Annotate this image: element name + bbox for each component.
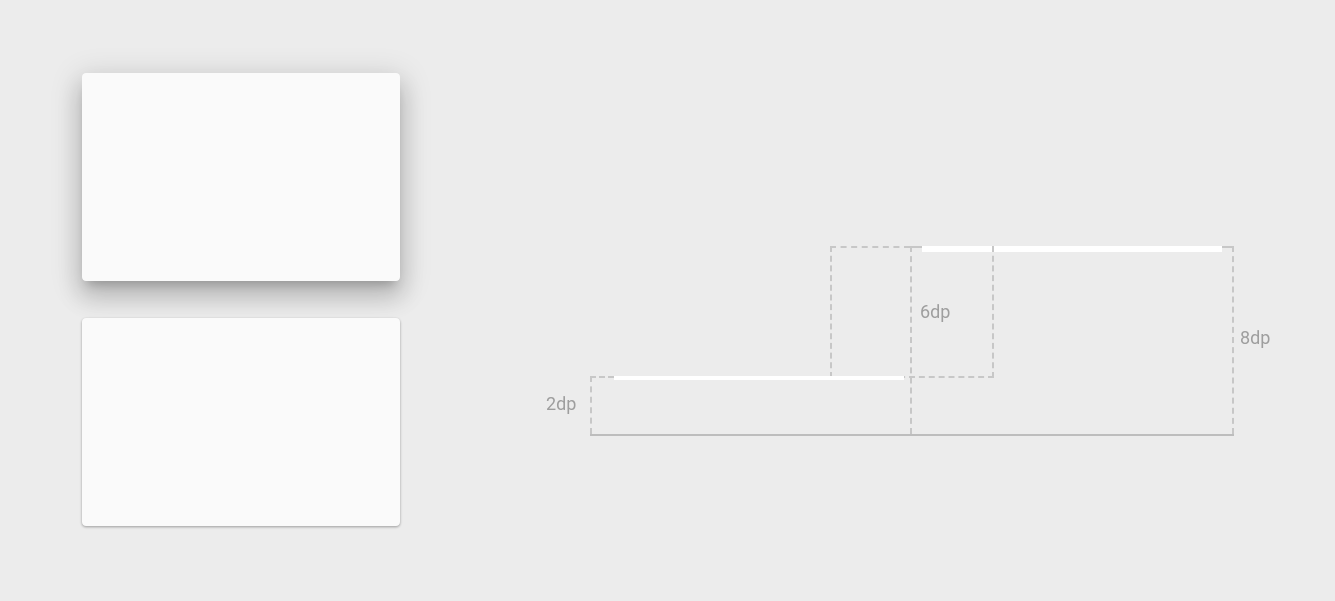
baseline-0dp bbox=[590, 434, 1234, 436]
dashed-guideline bbox=[590, 376, 614, 378]
dashed-guideline bbox=[830, 246, 910, 248]
dashed-guideline bbox=[830, 246, 832, 378]
surface-top-2dp bbox=[614, 376, 904, 380]
card-raised-example bbox=[82, 73, 400, 281]
elevation-diagram bbox=[590, 246, 1234, 436]
elevation-label-8dp: 8dp bbox=[1240, 330, 1270, 348]
elevation-label-2dp: 2dp bbox=[546, 396, 576, 414]
elevation-step-6dp bbox=[830, 246, 994, 378]
dashed-guideline bbox=[1222, 246, 1234, 248]
elevation-label-6dp: 6dp bbox=[920, 304, 950, 322]
dashed-guideline bbox=[590, 376, 592, 434]
dashed-guideline bbox=[1232, 246, 1234, 434]
dashed-guideline bbox=[992, 246, 994, 378]
card-flat-example bbox=[82, 318, 400, 526]
elevation-step-2dp bbox=[590, 376, 910, 434]
